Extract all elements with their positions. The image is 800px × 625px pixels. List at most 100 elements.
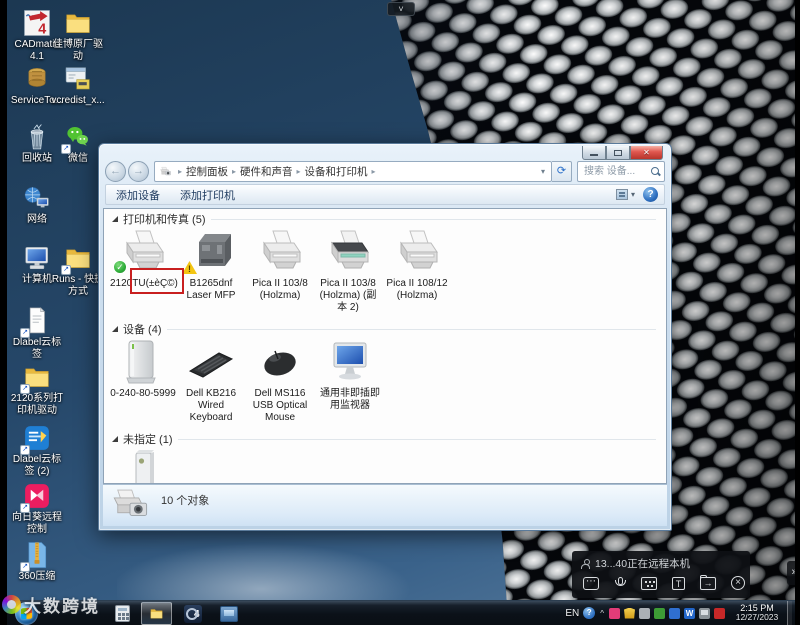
show-desktop-button[interactable] <box>787 601 792 625</box>
servicetool-icon <box>22 64 52 94</box>
desktop-icon-vcredist[interactable]: vcredist_x... <box>51 64 105 107</box>
desktop-icon-2120-driver[interactable]: ↗ 2120系列打印机驱动 <box>10 362 64 416</box>
location-icon <box>159 165 172 178</box>
taskbar-button-cadmatic[interactable]: 4 <box>177 602 208 625</box>
show-hidden-icons-button[interactable]: ^ <box>600 609 604 618</box>
desktop-icon-label: Dlabel云标签 (2) <box>12 454 62 477</box>
device-item-keyboard[interactable]: Dell KB216 Wired Keyboard <box>178 338 244 423</box>
desktop-icon-label: 向日葵远程控制 <box>12 512 62 535</box>
device-item-monitor[interactable]: 通用非即插即用监视器 <box>317 338 383 412</box>
maximize-button[interactable] <box>606 146 630 160</box>
view-options-button[interactable]: ▾ <box>610 189 641 200</box>
shortcut-arrow-icon: ↗ <box>61 144 71 154</box>
command-toolbar: 添加设备 添加打印机 ▾ ? <box>105 184 665 205</box>
monitor-icon <box>323 338 377 386</box>
address-bar[interactable]: ▸ 控制面板 ▸ 硬件和声音 ▸ 设备和打印机 ▸ ▾ <box>154 160 552 182</box>
group-header-printers[interactable]: 打印机和传真 (5) <box>112 212 656 226</box>
device-label: Dell KB216 Wired Keyboard <box>185 388 237 423</box>
network-status-icon[interactable] <box>699 607 710 619</box>
desktop-icon-dlabel[interactable]: ↗ Dlabel云标签 <box>10 306 64 360</box>
keyboard-icon <box>184 338 238 386</box>
tray-help-icon[interactable]: ? <box>583 607 596 619</box>
group-title: 打印机和传真 (5) <box>123 214 206 226</box>
remote-file-transfer-icon[interactable]: → <box>700 574 716 590</box>
remote-keyboard-icon[interactable] <box>641 576 657 590</box>
refresh-button[interactable]: ⟳ <box>552 160 572 182</box>
desktop-icon-network[interactable]: 网络 <box>10 183 64 226</box>
printer-label: Pica II 108/12 (Holzma) <box>386 278 448 301</box>
desktop-icon-gainscha-driver[interactable]: 佳博原厂驱动 <box>51 8 105 62</box>
tray-red-app-icon[interactable] <box>714 607 725 619</box>
back-button[interactable]: ← <box>105 160 126 182</box>
tray-sunlogin-icon[interactable] <box>609 607 620 619</box>
collapse-triangle-icon <box>112 436 118 442</box>
sunlogin-icon: ↗ <box>20 481 52 513</box>
taskbar-button-calculator[interactable] <box>107 602 138 625</box>
tray-usb-icon[interactable] <box>639 607 650 619</box>
items-view: 打印机和传真 (5) ✓ 2120TU(±èÇ©) ! B1265dnf Las… <box>103 208 667 484</box>
remote-chat-icon[interactable]: ⋯ <box>583 576 599 590</box>
group-title: 设备 (4) <box>123 324 162 336</box>
remote-text-tool-icon[interactable]: T <box>672 576 685 590</box>
remote-disconnect-icon[interactable]: × <box>731 576 745 590</box>
desktop-icon-sunlogin[interactable]: ↗ 向日葵远程控制 <box>10 481 64 535</box>
desktop-icon-wechat[interactable]: ↗ 微信 <box>51 122 105 165</box>
collapsed-widget-chevron[interactable]: ˅ <box>387 2 415 16</box>
remote-status-text: 13...40正在远程本机 <box>595 558 691 570</box>
address-dropdown-icon[interactable]: ▾ <box>539 167 547 176</box>
folder-icon <box>147 606 166 621</box>
minimize-button[interactable] <box>582 146 606 160</box>
language-indicator[interactable]: EN <box>565 608 579 619</box>
forward-button[interactable]: → <box>128 160 149 182</box>
installer-icon <box>63 64 93 94</box>
chevron-down-icon: ˅ <box>398 4 404 14</box>
printer-item-b1265dnf[interactable]: ! B1265dnf Laser MFP <box>178 228 244 302</box>
tower-device-icon <box>116 448 170 484</box>
tray-green-app-icon[interactable] <box>654 607 665 619</box>
system-tray: EN ? ^ W 2:15 PM 12/27/2023 <box>565 601 792 625</box>
unspecified-device-item[interactable] <box>110 448 176 484</box>
add-printer-button[interactable]: 添加打印机 <box>170 187 245 203</box>
tray-shield-icon[interactable] <box>624 607 635 619</box>
collapse-triangle-icon <box>112 326 118 332</box>
taskbar-button-explorer[interactable] <box>141 602 172 625</box>
printer-label: B1265dnf Laser MFP <box>186 278 236 301</box>
taskbar-button-remote-app[interactable] <box>213 602 244 625</box>
group-header-devices[interactable]: 设备 (4) <box>112 322 656 336</box>
close-button[interactable]: ✕ <box>630 146 663 160</box>
taskbar: 4 EN ? ^ W 2:15 PM 12/27/2023 <box>7 600 795 625</box>
desktop-icon-label: 2120系列打印机驱动 <box>10 393 64 416</box>
clock[interactable]: 2:15 PM 12/27/2023 <box>731 603 783 623</box>
add-device-button[interactable]: 添加设备 <box>106 187 170 203</box>
desktop-icon-dlabel-2[interactable]: ↗ Dlabel云标签 (2) <box>10 423 64 477</box>
search-input[interactable] <box>582 164 651 178</box>
remote-microphone-icon[interactable] <box>614 576 626 590</box>
remote-app-icon <box>219 605 238 622</box>
search-box[interactable] <box>577 160 665 182</box>
desktop-icon-360zip[interactable]: ↗ 360压缩 <box>10 540 64 583</box>
device-item-mouse[interactable]: Dell MS116 USB Optical Mouse <box>247 338 313 423</box>
help-button[interactable]: ? <box>643 187 658 202</box>
group-header-unspecified[interactable]: 未指定 (1) <box>112 432 656 446</box>
folder-icon: ↗ <box>20 362 52 394</box>
desktop-icon-label: 佳博原厂驱动 <box>53 39 103 62</box>
wechat-icon: ↗ <box>61 122 93 154</box>
printer-item-pica-103-8-copy2[interactable]: Pica II 103/8 (Holzma) (副本 2) <box>315 228 381 313</box>
breadcrumb-devices-and-printers[interactable]: 设备和打印机 <box>304 164 369 179</box>
recycle-bin-icon <box>22 122 52 152</box>
device-item-drive[interactable]: 0-240-80-5999 <box>110 338 176 400</box>
network-icon <box>22 183 52 213</box>
desktop-icon-label: 360压缩 <box>18 571 56 582</box>
computer-icon <box>22 243 52 273</box>
printer-item-pica-103-8[interactable]: Pica II 103/8 (Holzma) <box>247 228 313 302</box>
printer-item-pica-108-12[interactable]: Pica II 108/12 (Holzma) <box>384 228 450 302</box>
tray-w-app-icon[interactable]: W <box>684 607 695 619</box>
breadcrumb-control-panel[interactable]: 控制面板 <box>185 164 229 179</box>
start-button[interactable] <box>15 602 38 625</box>
tray-blue-app-icon[interactable] <box>669 607 680 619</box>
remote-panel-expand-chevron[interactable]: » <box>787 561 795 585</box>
desktop-icon-runs-shortcut[interactable]: ↗ Runs - 快捷方式 <box>51 243 105 297</box>
desktop-icon-label: 网络 <box>27 214 47 225</box>
cadmatic-icon: 4 <box>183 604 202 623</box>
breadcrumb-hardware-and-sound[interactable]: 硬件和声音 <box>239 164 294 179</box>
